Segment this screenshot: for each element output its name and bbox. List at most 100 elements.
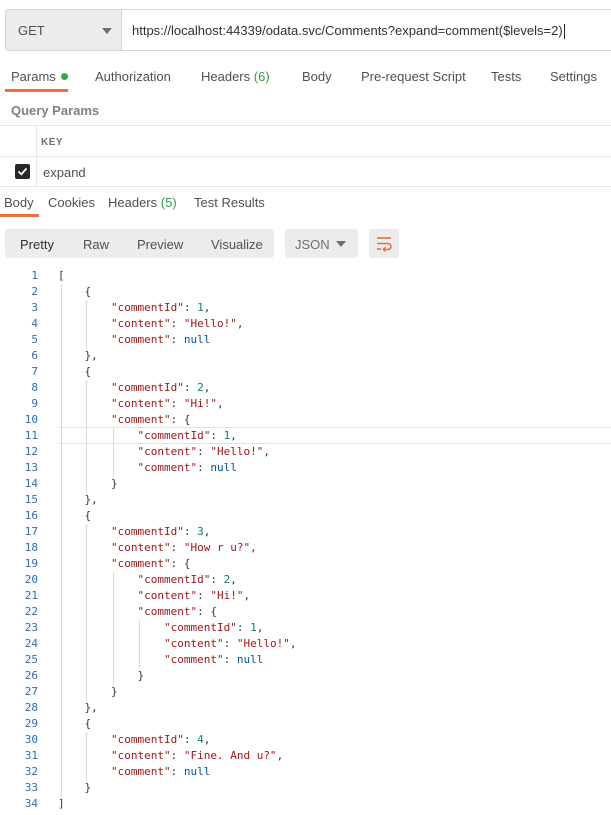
code-text: "commentId": 1, (110, 301, 211, 314)
code-text: }, (84, 349, 98, 362)
request-bar: GET https://localhost:44339/odata.svc/Co… (5, 9, 611, 51)
code-line: 31 "content": "Fine. And u?", (0, 748, 611, 764)
view-pretty-button[interactable]: Pretty (20, 237, 54, 252)
code-line: 27 } (0, 684, 611, 700)
code-line: 7 { (0, 364, 611, 380)
divider (0, 156, 611, 157)
code-text: "content": "Hi!", (137, 589, 251, 602)
view-preview-button[interactable]: Preview (137, 237, 183, 252)
tab-label: Pre-request Script (361, 69, 466, 84)
line-number: 13 (24, 461, 38, 474)
line-number: 3 (31, 301, 38, 314)
tab-count: (5) (160, 195, 177, 210)
response-tab-headers[interactable]: Headers (5) (108, 195, 177, 210)
view-visualize-button[interactable]: Visualize (211, 237, 263, 252)
code-line: 2 { (0, 284, 611, 300)
query-params-title: Query Params (11, 103, 100, 118)
text-caret (563, 24, 565, 40)
tab-label: Settings (550, 69, 597, 84)
tab-headers[interactable]: Headers (6) (201, 69, 270, 84)
format-select[interactable]: JSON (285, 229, 358, 258)
code-text: "content": "How r u?", (110, 541, 257, 554)
tab-label: Cookies (48, 195, 95, 210)
code-line: 24 "content": "Hello!", (0, 636, 611, 652)
param-enabled-checkbox[interactable] (15, 164, 30, 179)
line-number: 1 (31, 269, 38, 282)
line-number: 6 (31, 349, 38, 362)
code-text: [ (58, 269, 65, 282)
code-text: }, (84, 493, 98, 506)
tab-params[interactable]: Params (11, 69, 68, 84)
code-text: "commentId": 3, (110, 525, 211, 538)
tab-label: Body (302, 69, 332, 84)
code-line: 29 { (0, 716, 611, 732)
tab-label: Headers (201, 69, 251, 84)
tab-body[interactable]: Body (302, 69, 332, 84)
code-line: 4 "content": "Hello!", (0, 316, 611, 332)
code-text: "content": "Hi!", (110, 397, 224, 410)
method-label: GET (18, 23, 45, 38)
tab-label: Tests (491, 69, 522, 84)
code-line: 26 } (0, 668, 611, 684)
line-number: 18 (24, 541, 38, 554)
code-text: "content": "Fine. And u?", (110, 749, 284, 762)
code-line: 17 "commentId": 3, (0, 524, 611, 540)
divider (0, 186, 611, 187)
chevron-down-icon (102, 28, 112, 34)
tab-authorization[interactable]: Authorization (95, 69, 171, 84)
code-line: 5 "comment": null (0, 332, 611, 348)
code-line: 1[ (0, 268, 611, 284)
code-text: } (110, 685, 118, 698)
params-active-dot-icon (60, 73, 68, 80)
url-input[interactable]: https://localhost:44339/odata.svc/Commen… (121, 9, 611, 51)
code-text: { (84, 365, 92, 378)
code-text: "content": "Hello!", (163, 637, 297, 650)
line-number: 20 (24, 573, 38, 586)
code-line: 15 }, (0, 492, 611, 508)
wrap-lines-icon (377, 237, 392, 252)
code-line: 13 "comment": null (0, 460, 611, 476)
line-number: 12 (24, 445, 38, 458)
code-text: "comment": { (110, 413, 191, 426)
code-line: 20 "commentId": 2, (0, 572, 611, 588)
code-line: 6 }, (0, 348, 611, 364)
param-key-cell[interactable]: expand (43, 165, 86, 180)
response-tab-cookies[interactable]: Cookies (48, 195, 95, 210)
wrap-lines-button[interactable] (369, 229, 399, 258)
line-number: 17 (24, 525, 38, 538)
view-mode-group: Pretty Raw Preview Visualize (5, 229, 274, 258)
code-line: 11 "commentId": 1, (0, 428, 611, 444)
line-number: 24 (24, 637, 38, 650)
response-tab-body[interactable]: Body (4, 195, 34, 210)
code-line: 19 "comment": { (0, 556, 611, 572)
view-raw-button[interactable]: Raw (83, 237, 109, 252)
code-text: "comment": { (137, 605, 217, 618)
tab-tests[interactable]: Tests (491, 69, 521, 84)
line-number: 32 (24, 765, 38, 778)
code-text: }, (84, 701, 98, 714)
params-table (0, 126, 611, 186)
code-line: 23 "commentId": 1, (0, 620, 611, 636)
line-number: 25 (24, 653, 38, 666)
url-value: https://localhost:44339/odata.svc/Commen… (132, 23, 563, 38)
check-icon (17, 167, 28, 176)
code-line: 30 "commentId": 4, (0, 732, 611, 748)
line-number: 31 (24, 749, 38, 762)
url-text: https://localhost:44339/odata.svc/Commen… (132, 23, 565, 40)
tab-settings[interactable]: Settings (550, 69, 597, 84)
line-number: 14 (24, 477, 38, 490)
code-text: "commentId": 1, (163, 621, 264, 634)
tab-label: Authorization (95, 69, 171, 84)
request-tabs: Params Authorization Headers (6) Body Pr… (0, 62, 611, 92)
code-line: 25 "comment": null (0, 652, 611, 668)
response-tab-test-results[interactable]: Test Results (194, 195, 265, 210)
code-text: "comment": null (137, 461, 237, 474)
tab-pre-request-script[interactable]: Pre-request Script (361, 69, 466, 84)
code-text: { (84, 285, 92, 298)
code-line: 32 "comment": null (0, 764, 611, 780)
code-text: "content": "Hello!", (110, 317, 244, 330)
code-text: } (84, 781, 92, 794)
code-text: ] (58, 797, 65, 810)
method-select[interactable]: GET (5, 9, 121, 51)
line-number: 8 (31, 381, 38, 394)
